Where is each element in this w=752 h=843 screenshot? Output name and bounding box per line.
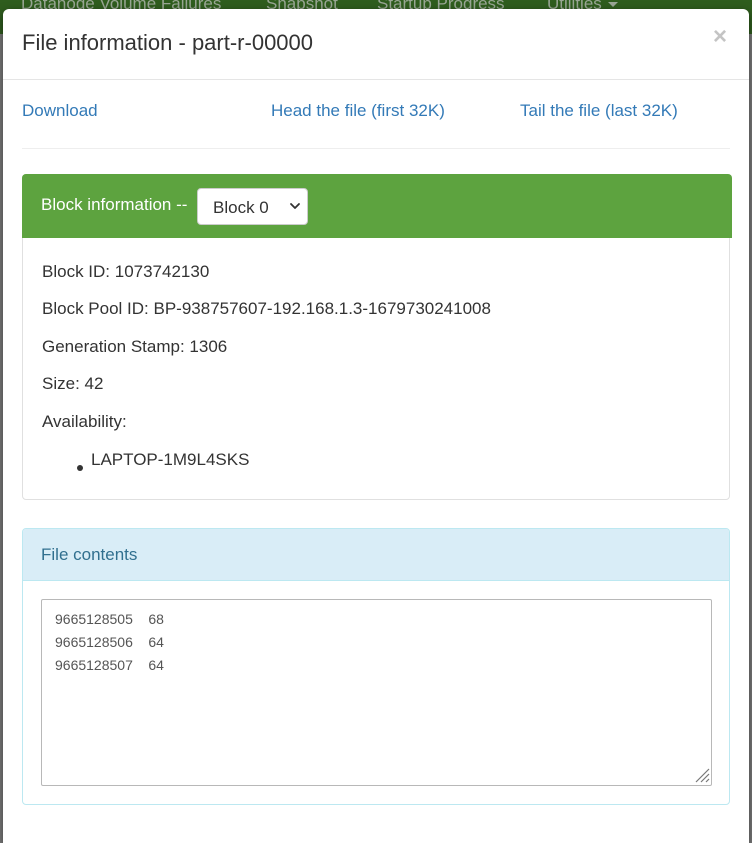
block-information-panel: Block information -- Block 0 Block ID: 1… bbox=[22, 174, 732, 500]
availability-host: LAPTOP-1M9L4SKS bbox=[91, 450, 250, 469]
file-contents-textarea[interactable]: 9665128505 68 9665128506 64 9665128507 6… bbox=[41, 599, 712, 786]
content-line: 9665128507 64 bbox=[55, 657, 164, 673]
file-contents-panel: File contents 9665128505 68 9665128506 6… bbox=[22, 528, 730, 805]
block-id: Block ID: 1073742130 bbox=[42, 262, 210, 281]
resize-handle-icon[interactable] bbox=[693, 766, 710, 783]
close-icon[interactable]: × bbox=[708, 23, 732, 51]
modal-title: File information - part-r-00000 bbox=[22, 30, 314, 55]
file-contents-title: File contents bbox=[41, 545, 138, 564]
block-information-heading: Block information -- Block 0 bbox=[22, 174, 732, 238]
block-size: Size: 42 bbox=[42, 374, 104, 393]
block-information-label: Block information -- bbox=[41, 195, 188, 214]
content-line: 9665128506 64 bbox=[55, 634, 164, 650]
list-bullet bbox=[77, 465, 83, 471]
content-line: 9665128505 68 bbox=[55, 611, 164, 627]
modal-header: File information - part-r-00000 × bbox=[3, 9, 749, 80]
availability-label: Availability: bbox=[42, 412, 127, 431]
block-select-value: Block 0 bbox=[213, 198, 269, 217]
file-information-modal: File information - part-r-00000 × Downlo… bbox=[3, 9, 749, 843]
block-pool-id: Block Pool ID: BP-938757607-192.168.1.3-… bbox=[42, 299, 491, 318]
caret-down-icon bbox=[607, 2, 618, 8]
head-file-link[interactable]: Head the file (first 32K) bbox=[271, 101, 445, 121]
file-contents-heading: File contents bbox=[23, 529, 729, 581]
generation-stamp: Generation Stamp: 1306 bbox=[42, 337, 228, 356]
block-select[interactable]: Block 0 bbox=[197, 188, 308, 225]
tail-file-link[interactable]: Tail the file (last 32K) bbox=[520, 101, 678, 121]
download-link[interactable]: Download bbox=[22, 101, 98, 121]
chevron-down-icon bbox=[290, 203, 300, 209]
divider bbox=[22, 148, 730, 149]
